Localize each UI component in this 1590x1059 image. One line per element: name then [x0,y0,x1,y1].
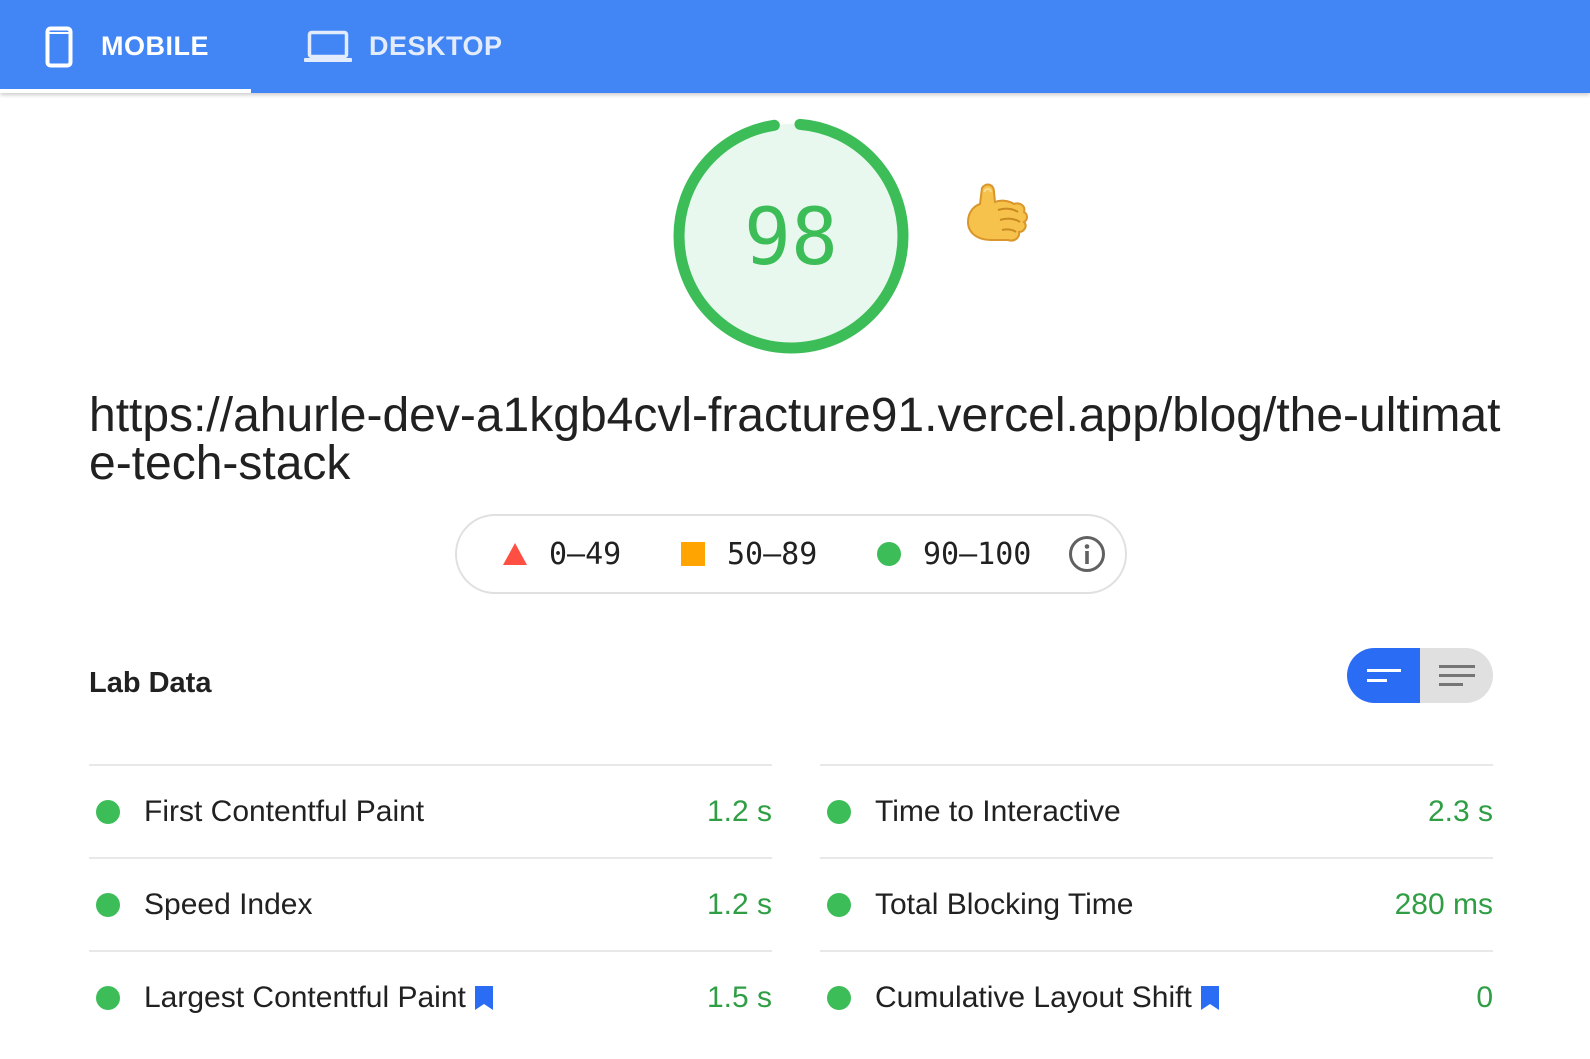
metric-label: Time to Interactive [875,795,1121,829]
metrics-view-toggle [1347,648,1493,703]
metric-row: Speed Index 1.2 s [89,857,772,950]
laptop-icon [303,30,353,64]
pass-circle-icon [827,799,851,824]
metric-value: 280 ms [1394,887,1493,921]
average-square-icon [681,542,705,566]
legend-average-range: 50–89 [727,536,818,572]
metric-label-text: Total Blocking Time [875,887,1134,921]
metric-label-text: Cumulative Layout Shift [875,980,1192,1014]
metric-value: 1.2 s [706,887,772,921]
metric-row: First Contentful Paint 1.2 s [89,764,772,857]
metric-label: Speed Index [144,888,312,922]
metric-label: Cumulative Layout Shift [875,981,1220,1015]
bookmark-icon [1200,985,1220,1011]
metric-value: 1.2 s [706,794,772,828]
smartphone-icon [43,26,75,68]
metric-label: Largest Contentful Paint [144,981,494,1015]
lab-data-title: Lab Data [89,667,212,699]
pass-circle-icon [827,892,851,917]
pass-circle-icon [96,892,120,917]
legend-fail-range: 0–49 [549,536,622,572]
metric-label-text: Speed Index [144,887,313,921]
pass-circle-icon [96,985,120,1010]
metric-row: Cumulative Layout Shift 0 [820,950,1493,1043]
tested-url: https://ahurle-dev-a1kgb4cvl-fracture91.… [89,389,1501,490]
metric-row: Total Blocking Time 280 ms [820,857,1493,950]
long-lines-icon [1438,664,1475,686]
score-legend: 0–49 50–89 90–100 [455,514,1127,594]
metrics-column-right: Time to Interactive 2.3 s Total Blocking… [820,764,1493,1043]
tab-mobile[interactable]: MOBILE [0,0,251,93]
legend-average: 50–89 [681,516,817,592]
metric-value: 2.3 s [1427,794,1493,828]
metric-label-text: Time to Interactive [875,794,1121,828]
metric-value: 0 [1476,980,1493,1014]
legend-fail: 0–49 [503,516,621,592]
detailed-view-button[interactable] [1420,648,1493,703]
metric-label: Total Blocking Time [875,888,1133,922]
active-tab-indicator [0,89,251,93]
report-tab-bar: MOBILE DESKTOP [0,0,1590,93]
metric-label-text: First Contentful Paint [144,794,425,828]
summary-view-button[interactable] [1347,648,1420,703]
legend-pass-range: 90–100 [923,536,1032,572]
legend-pass: 90–100 [877,516,1031,592]
call-me-hand-icon [966,183,1028,242]
bookmark-icon [474,985,494,1011]
metrics-column-left: First Contentful Paint 1.2 s Speed Index… [89,764,772,1043]
metric-row: Largest Contentful Paint 1.5 s [89,950,772,1043]
tab-desktop[interactable]: DESKTOP [251,0,541,93]
pass-circle-icon [827,985,851,1010]
info-icon[interactable] [1068,535,1106,573]
tab-mobile-label: MOBILE [101,31,209,61]
metric-label-text: Largest Contentful Paint [144,980,466,1014]
metric-value: 1.5 s [706,980,772,1014]
pass-circle-icon [96,799,120,824]
metric-label: First Contentful Paint [144,795,424,829]
tab-desktop-label: DESKTOP [369,31,503,61]
metric-row: Time to Interactive 2.3 s [820,764,1493,857]
performance-score-value: 98 [744,193,838,283]
short-lines-icon [1366,668,1401,682]
pass-circle-icon [877,542,901,566]
fail-triangle-icon [503,543,527,565]
